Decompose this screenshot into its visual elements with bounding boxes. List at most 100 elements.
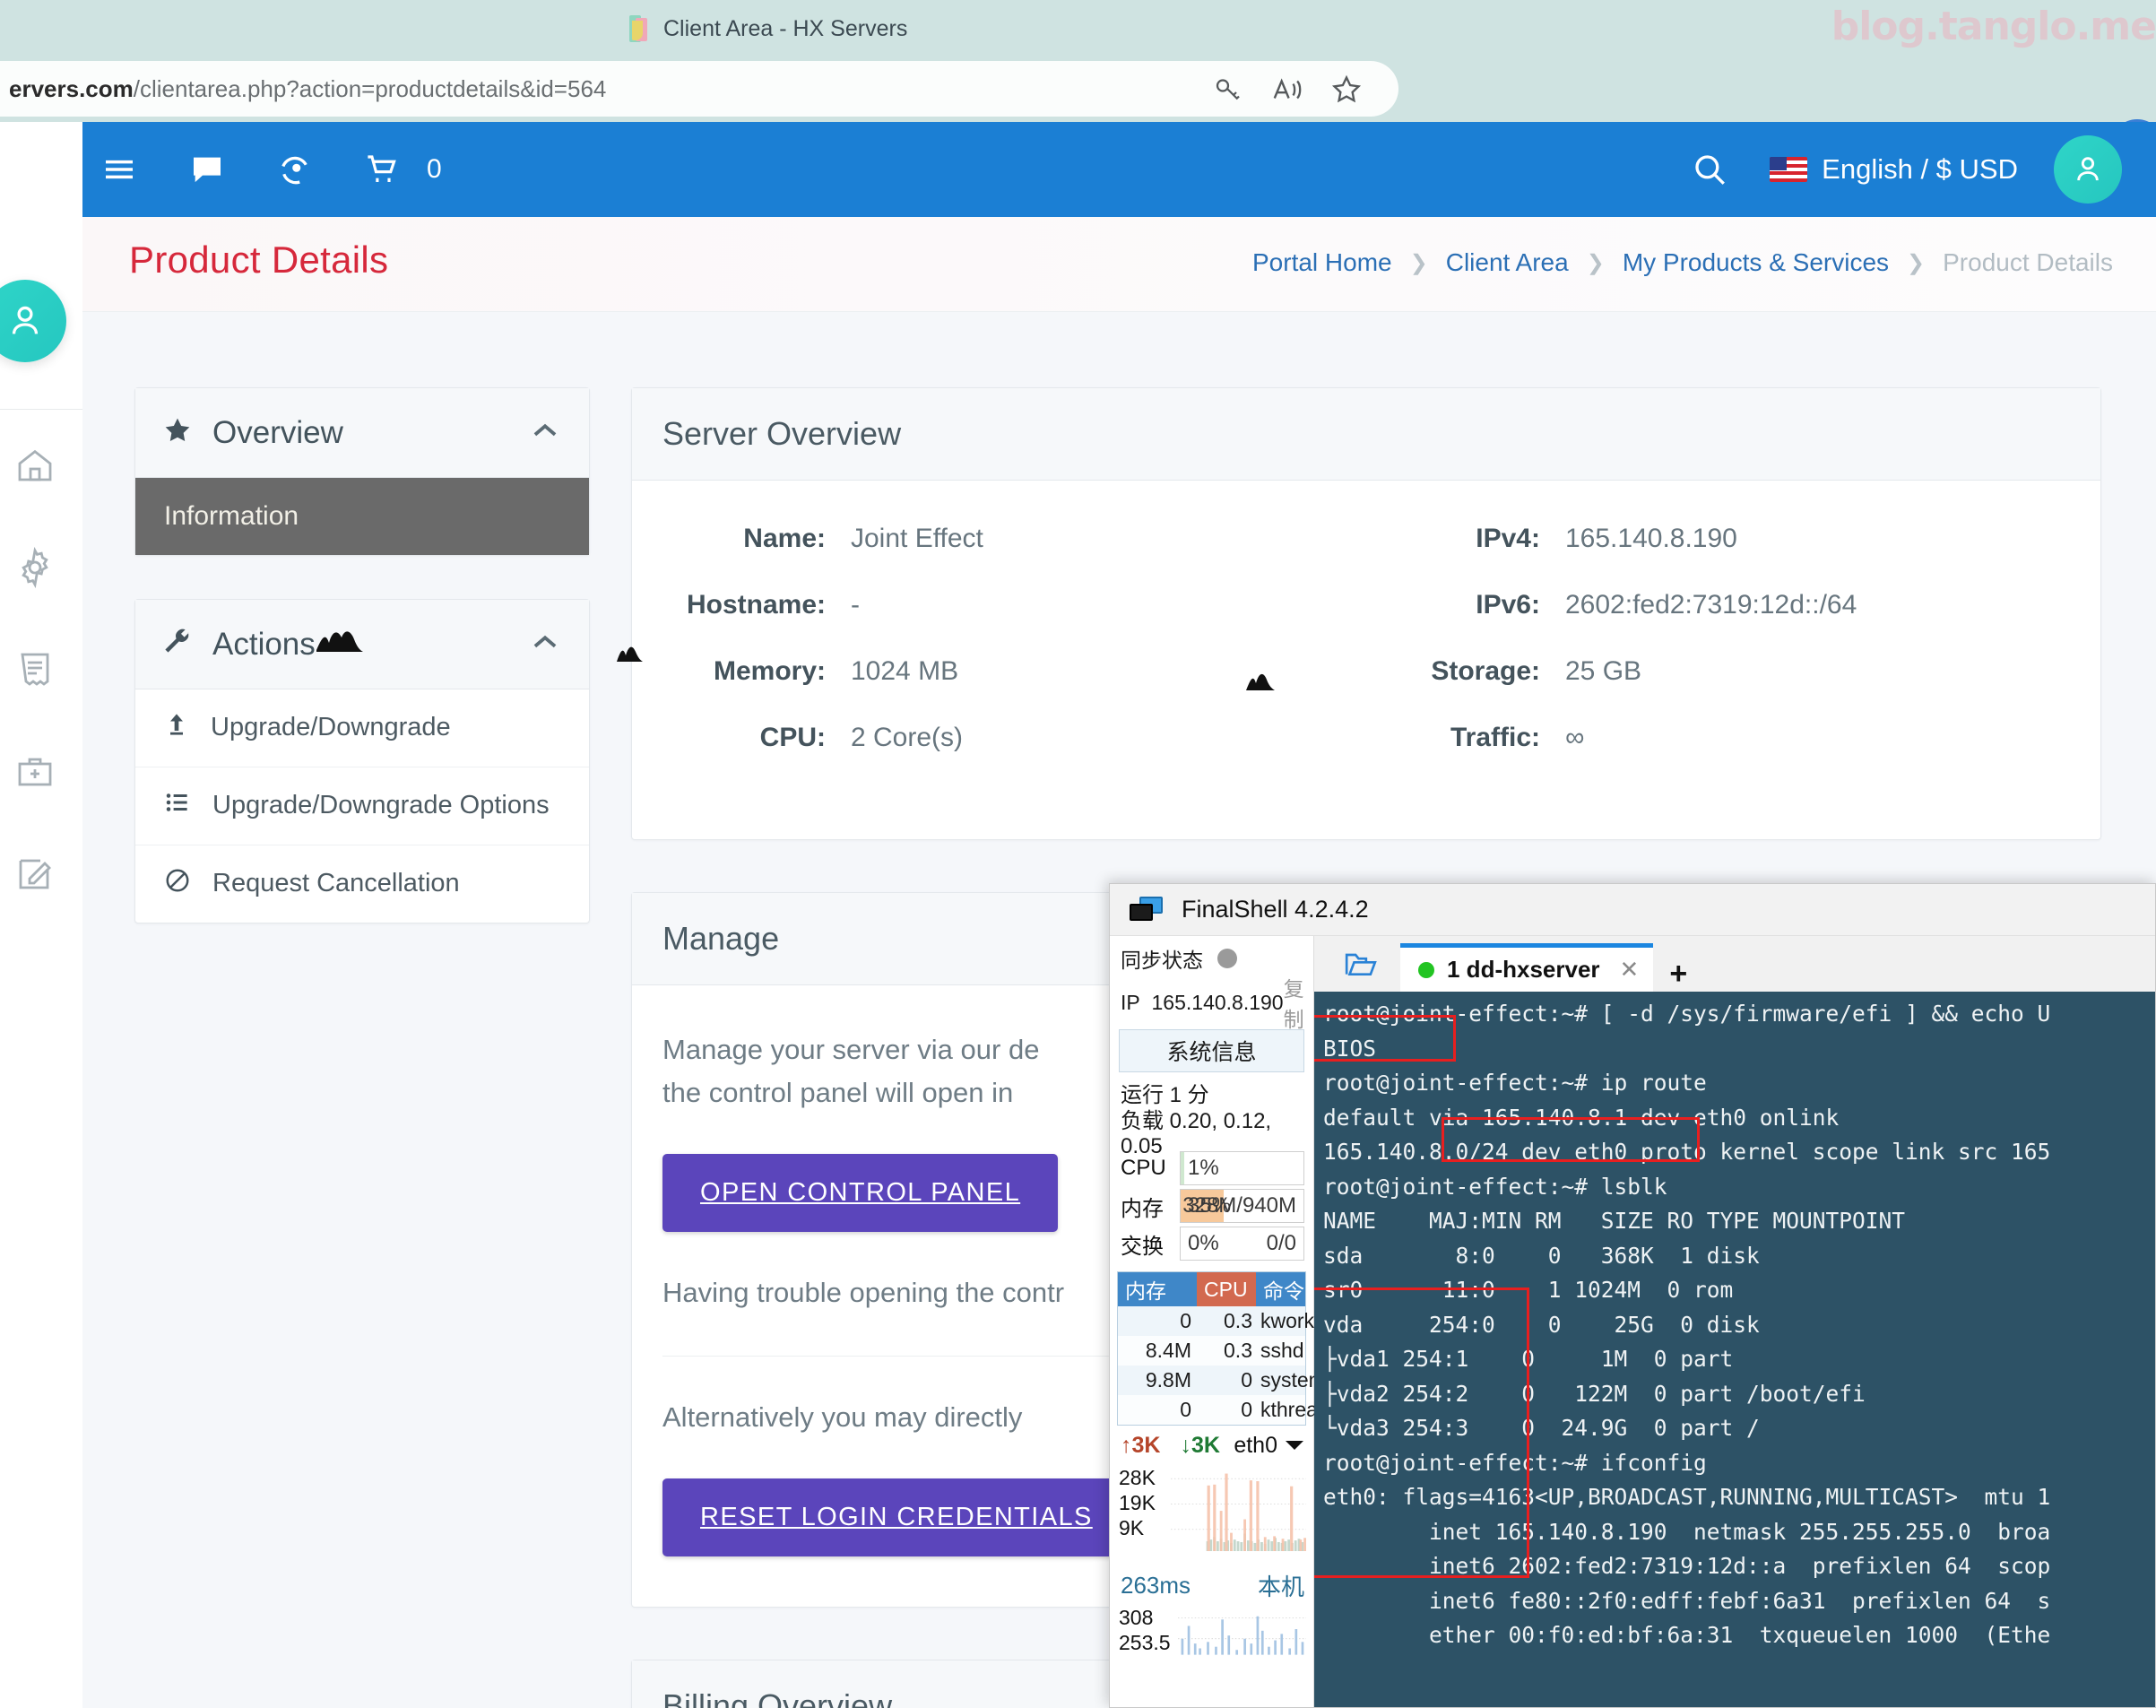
chat-bubble-icon[interactable] (183, 145, 231, 194)
account-user-icon[interactable] (2054, 135, 2122, 204)
network-chart-plot (1171, 1473, 1306, 1552)
reset-login-credentials-button[interactable]: RESET LOGIN CREDENTIALS (662, 1478, 1130, 1557)
latency-chart-plot (1178, 1616, 1306, 1655)
open-folder-icon[interactable] (1329, 936, 1393, 992)
interface-name: eth0 (1234, 1432, 1277, 1458)
process-header-memory: 内存 (1118, 1272, 1197, 1306)
upload-rate: ↑3K (1121, 1432, 1161, 1458)
search-icon[interactable] (1685, 145, 1734, 194)
copy-button[interactable]: 复制 (1284, 972, 1304, 1033)
table-row[interactable]: 9.8M 0 systemd (1118, 1366, 1338, 1395)
browser-tab-title: Client Area - HX Servers (663, 15, 908, 41)
shopping-cart-icon[interactable] (359, 145, 407, 194)
process-header-command: 命令 (1256, 1272, 1305, 1306)
finalshell-titlebar[interactable]: FinalShell 4.2.4.2 (1110, 884, 2155, 936)
connection-status-dot (1418, 961, 1434, 978)
sync-status-label: 同步状态 (1121, 949, 1203, 972)
process-table-header: 内存 CPU 命令 (1118, 1272, 1305, 1306)
process-table[interactable]: 内存 CPU 命令 0 0.3 kworker/... 8.4M 0.3 ssh… (1117, 1271, 1355, 1426)
swap-meter-value: 0% (1188, 1231, 1219, 1255)
table-row[interactable]: 0 0.3 kworker/... (1118, 1306, 1355, 1336)
terminal-output[interactable]: root@joint-effect:~# [ -d /sys/firmware/… (1314, 992, 2155, 1707)
network-chart-yticks: 28K 19K 9K (1119, 1466, 1156, 1540)
latency-chart: 308 253.5 (1115, 1605, 1308, 1668)
cart-count: 0 (427, 154, 442, 184)
home-icon[interactable] (7, 438, 63, 493)
process-mem: 9.8M (1145, 1368, 1191, 1392)
terminal-tab[interactable]: 1 dd-hxserver ✕ (1400, 943, 1654, 992)
read-aloud-icon[interactable] (1260, 63, 1314, 117)
memory-meter-label: 内存 (1121, 1196, 1164, 1221)
overview-key: CPU: (759, 723, 826, 752)
breadcrumb-item-client-area[interactable]: Client Area (1446, 248, 1569, 277)
table-row[interactable]: 8.4M 0.3 sshd (1118, 1336, 1305, 1366)
overview-key: IPv4: (1476, 524, 1540, 553)
swap-meter-row: 交换 0% 0/0 (1110, 1225, 1313, 1262)
download-rate: ↓3K (1180, 1432, 1220, 1458)
process-mem: 8.4M (1145, 1339, 1191, 1362)
support-agent-icon[interactable] (271, 145, 319, 194)
chevron-down-icon (1286, 1441, 1303, 1450)
gear-icon[interactable] (7, 540, 63, 595)
breadcrumb-item-portal-home[interactable]: Portal Home (1252, 248, 1392, 277)
plus-icon[interactable]: + (1669, 957, 1687, 992)
memory-meter: 35% 328M/940M (1180, 1189, 1304, 1223)
overview-value: 165.140.8.190 (1565, 524, 1737, 553)
system-info-button[interactable]: 系统信息 (1119, 1029, 1304, 1072)
process-cpu: 0 (1241, 1368, 1252, 1392)
swap-meter-aux: 0/0 (1266, 1231, 1296, 1255)
favicon-icon (628, 15, 651, 42)
key-icon[interactable] (1201, 63, 1255, 117)
overview-key: Traffic: (1450, 723, 1540, 752)
overview-row-name: Name: Joint Effect (662, 524, 1366, 554)
network-stats-header: ↑3K ↓3K eth0 (1110, 1426, 1313, 1465)
actions-card: Actions Upgrade/Downgrade Upgrade/Downgr… (134, 599, 590, 923)
sidebar-item-upgrade-downgrade-options[interactable]: Upgrade/Downgrade Options (135, 767, 589, 845)
overview-value: Joint Effect (851, 524, 983, 553)
process-cpu: 0.3 (1224, 1339, 1252, 1362)
pencil-edit-icon[interactable] (7, 846, 63, 902)
language-currency-selector[interactable]: English / $ USD (1770, 153, 2018, 186)
invoice-icon[interactable] (7, 642, 63, 698)
overview-key: Memory: (713, 656, 826, 686)
overview-key: Storage: (1431, 656, 1540, 686)
memory-meter-aux: 328M/940M (1182, 1193, 1296, 1218)
cpu-meter-label: CPU (1121, 1156, 1166, 1180)
chevron-up-icon[interactable] (528, 625, 562, 663)
actions-card-header[interactable]: Actions (135, 600, 589, 689)
address-bar[interactable]: ervers.com/clientarea.php?action=product… (0, 61, 1398, 117)
chevron-up-icon[interactable] (528, 413, 562, 452)
overview-key: Name: (743, 524, 826, 553)
close-icon[interactable]: ✕ (1620, 956, 1640, 984)
cpu-meter: 1% (1180, 1151, 1304, 1185)
briefcase-plus-icon[interactable] (7, 744, 63, 800)
breadcrumb-item-my-products[interactable]: My Products & Services (1623, 248, 1889, 277)
swap-meter: 0% 0/0 (1180, 1227, 1304, 1261)
user-avatar-icon[interactable] (0, 280, 66, 362)
breadcrumb-item-current: Product Details (1943, 248, 2113, 276)
favorite-star-icon[interactable] (1320, 63, 1373, 117)
watermark-text: blog.tanglo.me (1831, 4, 2156, 49)
overview-row-storage: Storage: 25 GB (1366, 656, 2070, 687)
cursor-artifact (617, 646, 643, 662)
process-cpu: 0 (1241, 1398, 1252, 1421)
hamburger-menu-icon[interactable] (95, 145, 143, 194)
table-row[interactable]: 0 0 kthreadd (1118, 1395, 1341, 1425)
browser-tabstrip: Client Area - HX Servers blog.tanglo.me (0, 0, 2156, 56)
browser-tab[interactable]: Client Area - HX Servers (619, 4, 1121, 54)
finalshell-window[interactable]: FinalShell 4.2.4.2 同步状态 IP 165.140.8.190… (1109, 883, 2156, 1708)
server-overview-left-column: Name: Joint Effect Hostname: - Memory: 1… (662, 524, 1366, 789)
latency-chart-yticks: 308 253.5 (1119, 1606, 1171, 1655)
overview-value: ∞ (1565, 723, 1585, 752)
page-header: Product Details Portal Home ❯ Client Are… (82, 217, 2156, 312)
process-header-cpu: CPU (1197, 1272, 1256, 1306)
icon-rail (0, 122, 82, 1708)
sidebar-item-upgrade-downgrade[interactable]: Upgrade/Downgrade (135, 689, 589, 767)
interface-selector[interactable]: eth0 (1234, 1433, 1304, 1459)
sidebar-item-information[interactable]: Information (135, 478, 589, 555)
terminal-tab-label: 1 dd-hxserver (1447, 956, 1600, 983)
open-control-panel-button[interactable]: OPEN CONTROL PANEL (662, 1154, 1059, 1233)
overview-card-header[interactable]: Overview (135, 388, 589, 478)
sidebar-item-request-cancellation[interactable]: Request Cancellation (135, 845, 589, 923)
overview-value: - (851, 590, 860, 620)
